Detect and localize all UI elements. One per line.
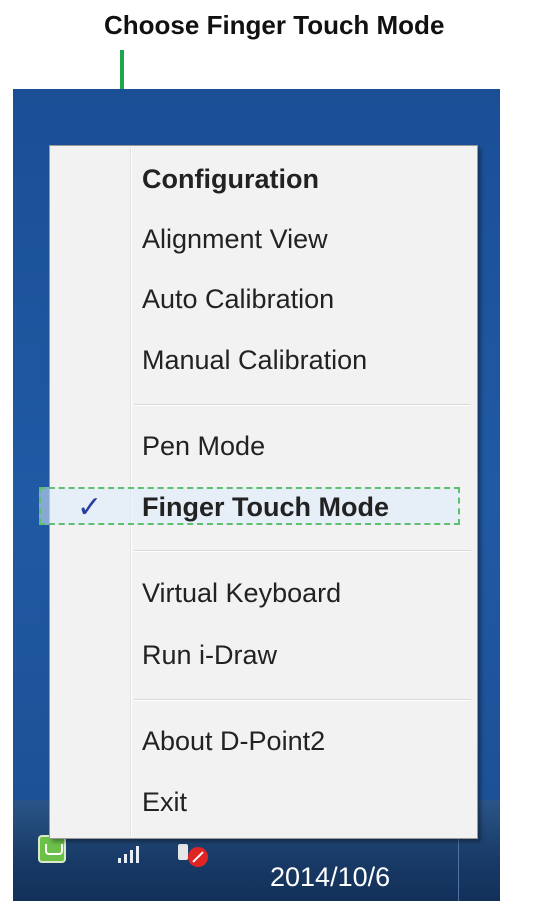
menu-separator — [134, 404, 471, 406]
taskbar-date[interactable]: 2014/10/6 — [270, 862, 390, 893]
dpoint-tray-icon[interactable] — [38, 835, 66, 863]
menu-item-run-i-draw[interactable]: Run i-Draw — [142, 640, 277, 671]
menu-item-about[interactable]: About D-Point2 — [142, 726, 325, 757]
menu-item-auto-calibration[interactable]: Auto Calibration — [142, 284, 334, 315]
menu-item-manual-calibration[interactable]: Manual Calibration — [142, 345, 367, 376]
context-menu: Configuration Alignment View Auto Calibr… — [39, 145, 478, 839]
menu-item-alignment-view[interactable]: Alignment View — [142, 224, 328, 255]
annotation-title: Choose Finger Touch Mode — [104, 10, 445, 40]
menu-item-pen-mode[interactable]: Pen Mode — [142, 431, 265, 462]
signal-icon[interactable] — [118, 843, 144, 863]
checkmark-icon: ✓ — [77, 490, 103, 525]
menu-item-virtual-keyboard[interactable]: Virtual Keyboard — [142, 578, 341, 609]
menu-item-exit[interactable]: Exit — [142, 787, 187, 818]
menu-item-configuration[interactable]: Configuration — [142, 164, 319, 195]
menu-separator — [134, 699, 471, 701]
menu-item-finger-touch-mode[interactable]: Finger Touch Mode — [142, 492, 389, 523]
menu-separator — [134, 550, 471, 552]
volume-muted-icon[interactable] — [178, 838, 210, 868]
